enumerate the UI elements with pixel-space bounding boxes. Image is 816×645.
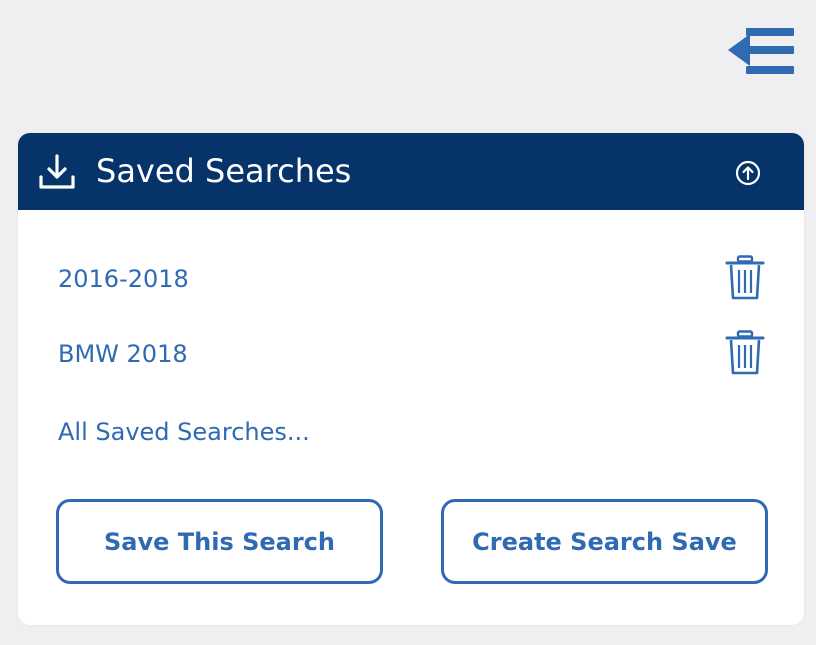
saved-searches-panel: Saved Searches 2016-2018 BMW 2018 All Sa…: [18, 133, 804, 625]
all-saved-searches-link[interactable]: All Saved Searches...: [58, 417, 310, 447]
saved-searches-screen: Saved Searches 2016-2018 BMW 2018 All Sa…: [0, 0, 816, 645]
download-icon: [38, 153, 76, 191]
trash-icon[interactable]: [725, 255, 765, 301]
arrow-up-circle-icon[interactable]: [735, 160, 761, 186]
save-this-search-button[interactable]: Save This Search: [56, 499, 383, 584]
saved-search-link[interactable]: 2016-2018: [58, 264, 189, 294]
saved-search-link[interactable]: BMW 2018: [58, 339, 188, 369]
panel-header: Saved Searches: [18, 133, 804, 210]
panel-title: Saved Searches: [96, 152, 352, 190]
trash-icon[interactable]: [725, 330, 765, 376]
arrow-left-menu-icon[interactable]: [724, 26, 796, 78]
create-search-save-button[interactable]: Create Search Save: [441, 499, 768, 584]
